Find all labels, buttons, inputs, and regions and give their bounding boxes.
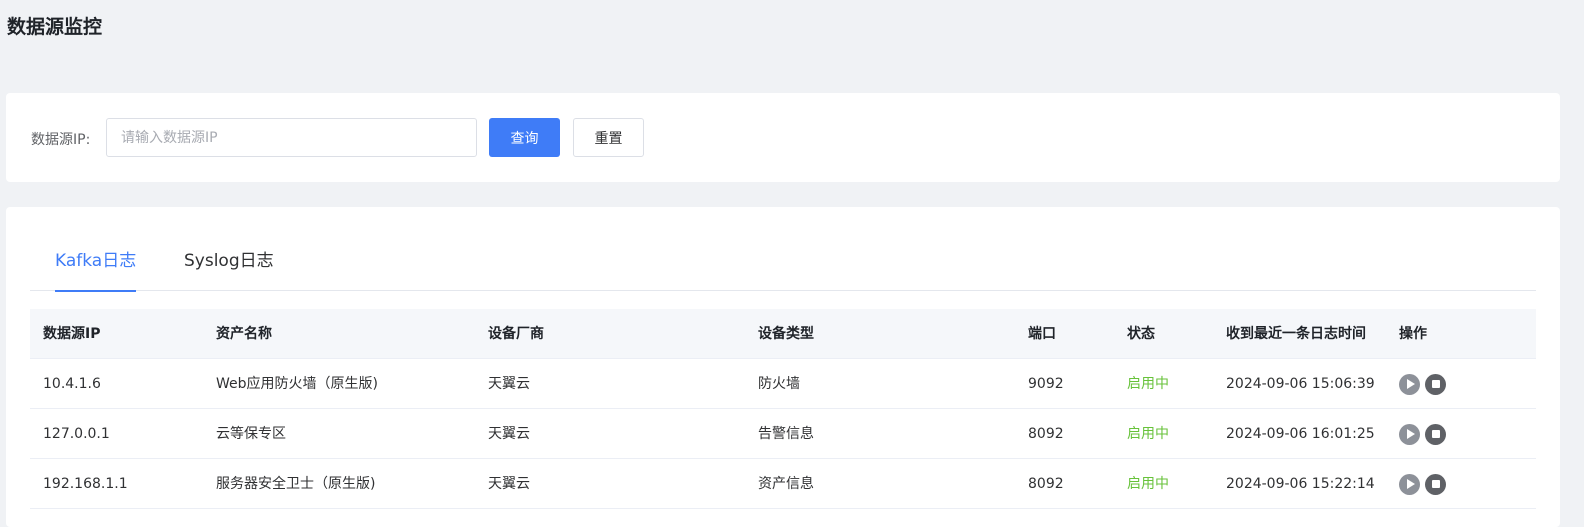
stop-icon[interactable] — [1425, 373, 1446, 395]
cell-last-log-time: 2024-09-06 15:06:39 — [1226, 376, 1375, 392]
stop-icon[interactable] — [1425, 473, 1446, 495]
header-status: 状态 — [1127, 326, 1155, 342]
query-button[interactable]: 查询 — [489, 118, 560, 157]
cell-type: 防火墙 — [758, 376, 800, 392]
table-row: 127.0.0.1 云等保专区 天翼云 告警信息 8092 启用中 2024-0… — [30, 409, 1536, 459]
cell-port: 8092 — [1028, 426, 1064, 442]
cell-port: 8092 — [1028, 476, 1064, 492]
cell-asset: Web应用防火墙（原生版) — [216, 376, 378, 392]
stop-icon[interactable] — [1425, 423, 1446, 445]
header-type: 设备类型 — [758, 326, 814, 342]
cell-asset: 服务器安全卫士（原生版) — [216, 476, 376, 492]
cell-type: 告警信息 — [758, 426, 814, 442]
cell-asset: 云等保专区 — [216, 426, 286, 442]
table-header: 数据源IP 资产名称 设备厂商 设备类型 端口 状态 收到最近一条日志时间 操作 — [30, 309, 1536, 359]
cell-ip: 192.168.1.1 — [43, 476, 128, 492]
cell-vendor: 天翼云 — [488, 376, 530, 392]
header-asset: 资产名称 — [216, 326, 272, 342]
table-row: 192.168.1.1 服务器安全卫士（原生版) 天翼云 资产信息 8092 启… — [30, 459, 1536, 509]
cell-ip: 127.0.0.1 — [43, 426, 110, 442]
play-icon[interactable] — [1399, 373, 1420, 395]
datasource-table: 数据源IP 资产名称 设备厂商 设备类型 端口 状态 收到最近一条日志时间 操作… — [30, 309, 1536, 509]
tab-syslog-log[interactable]: Syslog日志 — [184, 237, 274, 291]
log-tabs: Kafka日志 Syslog日志 — [30, 237, 1536, 292]
row-actions — [1399, 359, 1446, 409]
search-panel: 数据源IP: 查询 重置 — [6, 93, 1560, 182]
cell-vendor: 天翼云 — [488, 426, 530, 442]
tab-kafka-log[interactable]: Kafka日志 — [55, 237, 137, 292]
header-port: 端口 — [1028, 326, 1056, 342]
search-label: 数据源IP: — [31, 132, 91, 148]
status-badge: 启用中 — [1127, 426, 1169, 442]
cell-type: 资产信息 — [758, 476, 814, 492]
play-icon[interactable] — [1399, 423, 1420, 445]
cell-last-log-time: 2024-09-06 15:22:14 — [1226, 476, 1375, 492]
search-input[interactable] — [106, 118, 477, 157]
header-actions: 操作 — [1399, 326, 1427, 342]
header-vendor: 设备厂商 — [488, 326, 544, 342]
table-panel: Kafka日志 Syslog日志 数据源IP 资产名称 设备厂商 设备类型 端口… — [6, 207, 1560, 527]
cell-vendor: 天翼云 — [488, 476, 530, 492]
play-icon[interactable] — [1399, 473, 1420, 495]
page-title: 数据源监控 — [7, 16, 103, 38]
table-row: 10.4.1.6 Web应用防火墙（原生版) 天翼云 防火墙 9092 启用中 … — [30, 359, 1536, 409]
cell-ip: 10.4.1.6 — [43, 376, 101, 392]
cell-last-log-time: 2024-09-06 16:01:25 — [1226, 426, 1375, 442]
reset-button[interactable]: 重置 — [573, 118, 644, 157]
status-badge: 启用中 — [1127, 376, 1169, 392]
row-actions — [1399, 409, 1446, 459]
status-badge: 启用中 — [1127, 476, 1169, 492]
header-last-log-time: 收到最近一条日志时间 — [1226, 326, 1366, 342]
header-ip: 数据源IP — [43, 326, 101, 342]
cell-port: 9092 — [1028, 376, 1064, 392]
row-actions — [1399, 459, 1446, 509]
